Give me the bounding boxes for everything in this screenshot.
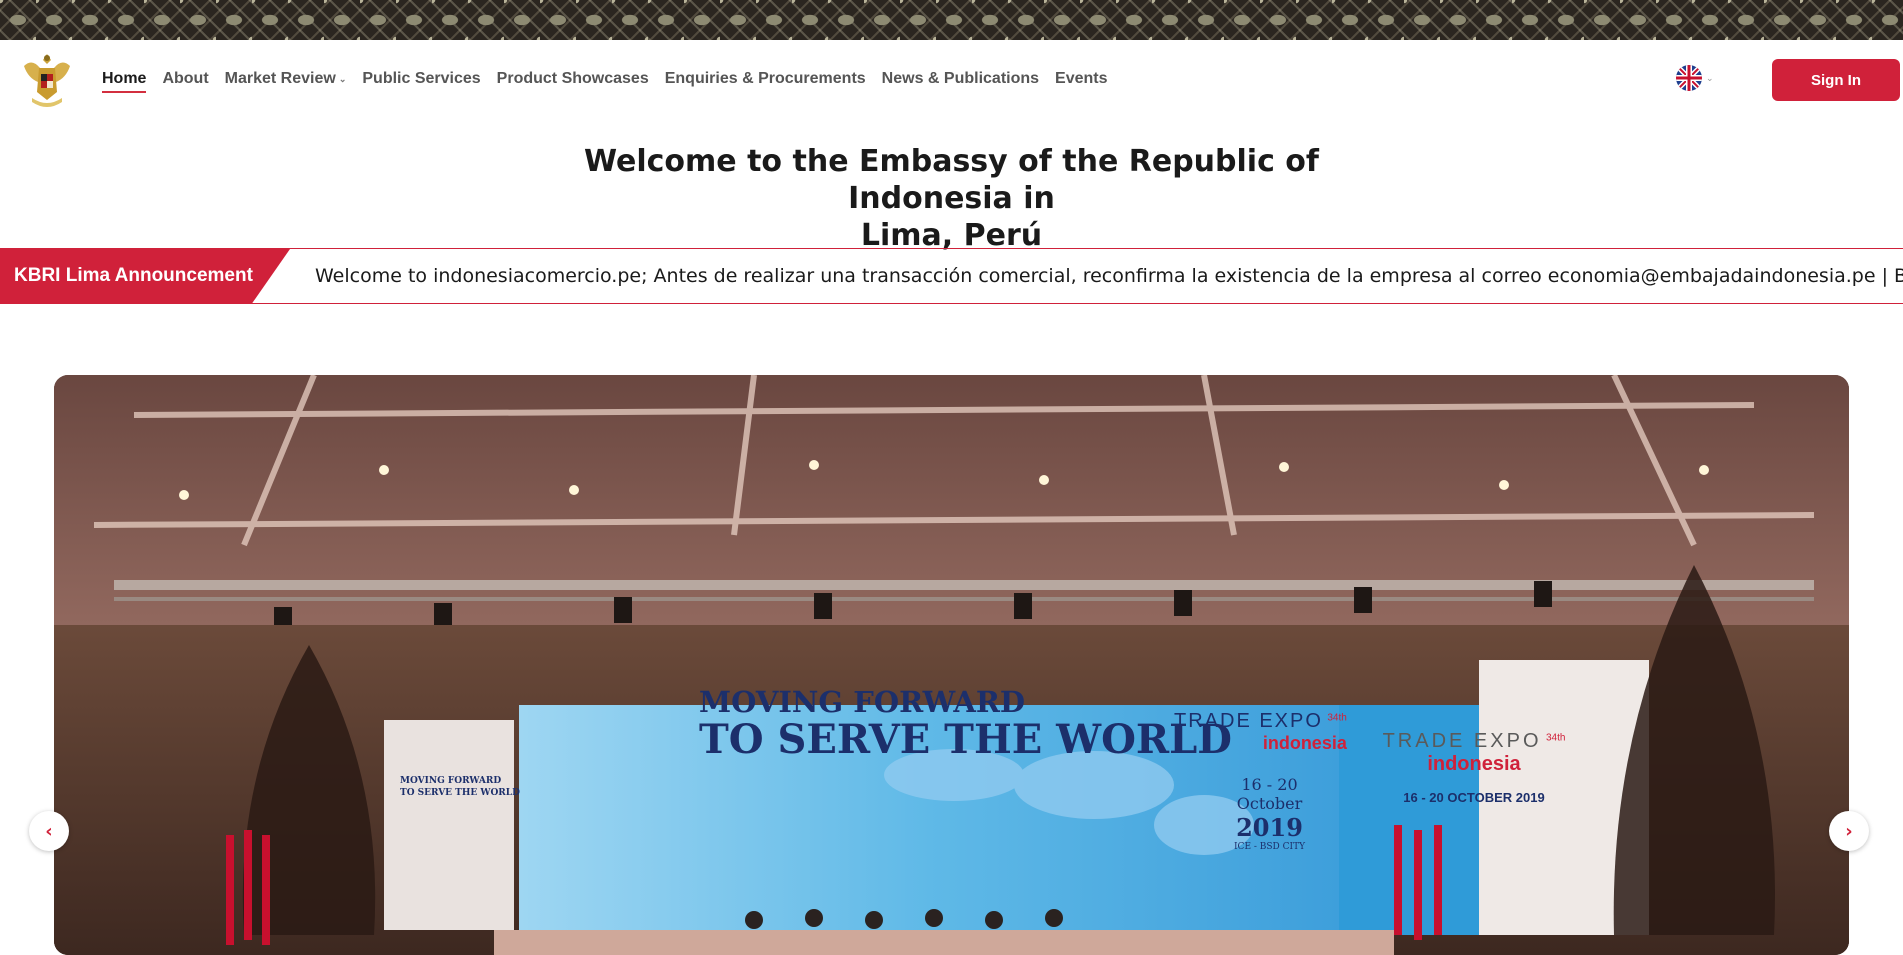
nav-market-review[interactable]: Market Review ⌄ <box>225 70 347 92</box>
nav-about[interactable]: About <box>162 70 208 92</box>
nav-news-publications[interactable]: News & Publications <box>882 70 1039 92</box>
uk-flag-icon <box>1676 65 1702 91</box>
event-name-screen: TRADE EXPO 34th indonesia <box>1174 710 1347 753</box>
announcement-label: KBRI Lima Announcement <box>0 249 290 303</box>
chevron-down-icon: ⌄ <box>1706 72 1714 83</box>
sign-in-button[interactable]: Sign In <box>1772 59 1900 101</box>
batik-pattern-banner <box>0 0 1903 40</box>
event-dates-screen: 16 - 20 October 2019 ICE - BSD CITY <box>1234 775 1306 852</box>
primary-nav: Home About Market Review ⌄ Public Service… <box>102 70 1124 93</box>
main-navbar: Home About Market Review ⌄ Public Service… <box>0 40 1903 122</box>
slider-prev-button[interactable]: ‹ <box>29 811 69 851</box>
nav-product-showcases[interactable]: Product Showcases <box>497 70 649 92</box>
chevron-left-icon: ‹ <box>45 820 53 842</box>
nav-home[interactable]: Home <box>102 70 147 93</box>
banner-headline: MOVING FORWARD TO SERVE THE WORLD <box>699 685 1232 763</box>
slider-next-button[interactable]: › <box>1829 811 1869 851</box>
announcement-bar: KBRI Lima Announcement Welcome to indone… <box>0 248 1903 304</box>
garuda-emblem-logo[interactable] <box>18 48 76 112</box>
hero-event-photo <box>54 375 1849 955</box>
page-title-line-1: Welcome to the Embassy of the Republic o… <box>584 144 1319 216</box>
hero-slide[interactable]: MOVING FORWARD TO SERVE THE WORLD MOVING… <box>54 375 1849 955</box>
chevron-right-icon: › <box>1845 820 1853 842</box>
event-name-right-banner: TRADE EXPO 34th indonesia 16 - 20 OCTOBE… <box>1382 730 1566 805</box>
nav-events[interactable]: Events <box>1055 70 1107 92</box>
nav-public-services[interactable]: Public Services <box>362 70 480 92</box>
chevron-down-icon: ⌄ <box>338 73 347 84</box>
page-title: Welcome to the Embassy of the Republic o… <box>500 143 1403 254</box>
nav-enquiries-procurements[interactable]: Enquiries & Procurements <box>665 70 866 92</box>
side-headline: MOVING FORWARD TO SERVE THE WORLD <box>400 776 520 798</box>
language-selector[interactable]: ⌄ <box>1676 65 1714 91</box>
announcement-ticker-text: Welcome to indonesiacomercio.pe; Antes d… <box>315 265 1903 287</box>
